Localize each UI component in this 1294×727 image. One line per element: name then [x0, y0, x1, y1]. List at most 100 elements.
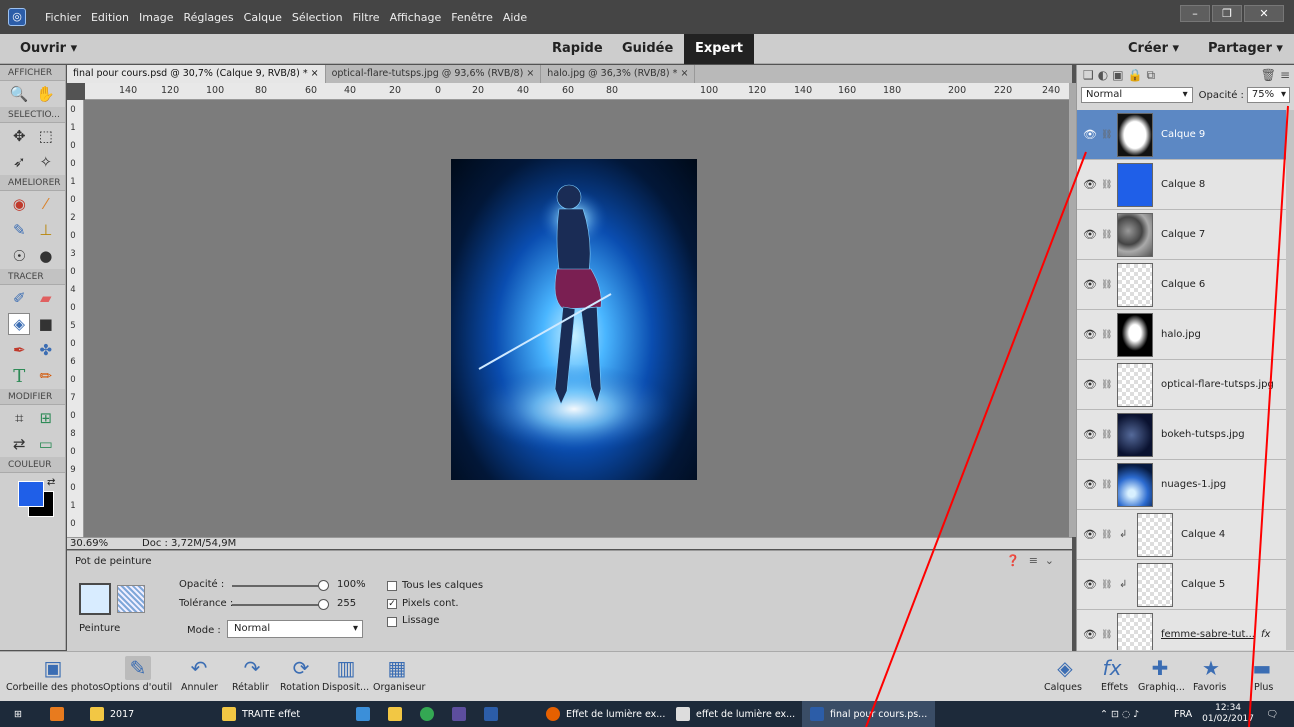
menu-fenetre[interactable]: Fenêtre	[446, 11, 498, 24]
eye-icon[interactable]: 👁	[1083, 128, 1101, 141]
rotate-label[interactable]: Rotation	[280, 682, 320, 693]
zoom-level[interactable]: 30.69%	[70, 538, 108, 549]
eye-icon[interactable]: 👁	[1083, 528, 1101, 541]
tab-final-pour-cours[interactable]: final pour cours.psd @ 30,7% (Calque 9, …	[67, 65, 326, 83]
eye-icon[interactable]: 👁	[1083, 578, 1101, 591]
layer-row[interactable]: 👁 ⛓ Calque 7	[1077, 210, 1287, 260]
eye-icon[interactable]: 👁	[1083, 178, 1101, 191]
marquee-icon[interactable]: ⬚	[35, 125, 57, 147]
redo-icon[interactable]: ↷	[239, 656, 265, 680]
swap-colors-icon[interactable]: ⇄	[47, 477, 55, 488]
layer-row[interactable]: 👁 ⛓ halo.jpg	[1077, 310, 1287, 360]
open-button[interactable]: Ouvrir ▾	[20, 41, 77, 56]
clock[interactable]: 12:34 01/02/2017	[1202, 703, 1254, 725]
menu-edition[interactable]: Edition	[86, 11, 134, 24]
collapse-icon[interactable]: ⌄	[1045, 554, 1054, 567]
menu-filtre[interactable]: Filtre	[348, 11, 385, 24]
taskbar-item-2017[interactable]: 2017	[90, 701, 134, 727]
taskbar-item-traite[interactable]: TRAITE effet	[222, 701, 300, 727]
opacity-slider[interactable]	[232, 580, 329, 591]
fill-paint-icon[interactable]	[79, 583, 111, 615]
hand-icon[interactable]: ✋	[35, 83, 57, 105]
recompose-icon[interactable]: ⊞	[35, 407, 57, 429]
graphics-icon[interactable]: ✚	[1147, 656, 1173, 680]
layer-row[interactable]: 👁 ⛓ Calque 9	[1077, 110, 1287, 160]
tab-close-icon[interactable]: ×	[526, 68, 534, 79]
trash-icon[interactable]: 🗑	[1261, 68, 1276, 82]
link-layers-icon[interactable]: ⧉	[1147, 68, 1156, 83]
layer-row[interactable]: 👁 ⛓ ↲ Calque 4	[1077, 510, 1287, 560]
rotate-icon[interactable]: ⟳	[288, 656, 314, 680]
mode-select[interactable]: Normal ▾	[227, 620, 363, 638]
undo-label[interactable]: Annuler	[181, 682, 218, 693]
photo-bin-icon[interactable]: ▣	[40, 656, 66, 680]
graphics-label[interactable]: Graphiq...	[1138, 682, 1185, 693]
content-move-icon[interactable]: ⇄	[8, 433, 30, 455]
zoom-icon[interactable]: 🔍	[8, 83, 30, 105]
chevron-down-icon[interactable]: ▾	[1281, 88, 1286, 102]
smart-brush-icon[interactable]: ✎	[8, 219, 30, 241]
chrome-icon[interactable]	[420, 701, 440, 727]
eye-icon[interactable]: 👁	[1083, 278, 1101, 291]
favorites-icon[interactable]: ★	[1198, 656, 1224, 680]
taskbar-app[interactable]	[484, 701, 504, 727]
panel-options-icon[interactable]: ≡	[1280, 68, 1290, 82]
canvas-vertical-scrollbar[interactable]	[1069, 83, 1076, 537]
share-button[interactable]: Partager ▾	[1208, 41, 1283, 56]
paint-bucket-icon[interactable]: ◈	[8, 313, 31, 335]
document-image[interactable]	[451, 159, 697, 480]
redo-label[interactable]: Rétablir	[232, 682, 269, 693]
organizer-label[interactable]: Organiseur	[373, 682, 425, 693]
create-button[interactable]: Créer ▾	[1128, 41, 1179, 56]
favorites-label[interactable]: Favoris	[1193, 682, 1226, 693]
layer-row[interactable]: 👁 ⛓ Calque 6	[1077, 260, 1287, 310]
more-label[interactable]: Plus	[1254, 682, 1273, 693]
app-icon[interactable]	[50, 701, 70, 727]
checkbox-antialias[interactable]	[387, 617, 397, 627]
start-icon[interactable]: ⊞	[14, 701, 22, 727]
layout-label[interactable]: Disposit...	[322, 682, 369, 693]
sponge-icon[interactable]: ●	[35, 245, 57, 267]
eye-icon[interactable]: 👁	[1083, 378, 1101, 391]
tolerance-slider[interactable]	[232, 599, 329, 610]
menu-calque[interactable]: Calque	[239, 11, 287, 24]
mode-guidee[interactable]: Guidée	[622, 41, 673, 56]
foreground-color-swatch[interactable]	[18, 481, 44, 507]
tab-close-icon[interactable]: ×	[311, 68, 319, 79]
layout-icon[interactable]: ▥	[333, 656, 359, 680]
straighten-icon[interactable]: ▭	[35, 433, 57, 455]
eraser-icon[interactable]: ▰	[35, 287, 57, 309]
layer-row[interactable]: 👁 ⛓ ↲ Calque 5	[1077, 560, 1287, 610]
layer-row[interactable]: 👁 ⛓ optical-flare-tutsps.jpg	[1077, 360, 1287, 410]
notifications-icon[interactable]: 🗨	[1266, 701, 1278, 727]
tool-options-icon[interactable]: ✎	[125, 656, 151, 680]
eye-icon[interactable]: 👁	[1083, 228, 1101, 241]
blur-icon[interactable]: ☉	[8, 245, 30, 267]
language-indicator[interactable]: FRA	[1174, 701, 1192, 727]
pencil-icon[interactable]: ✏	[35, 365, 57, 387]
minimize-icon[interactable]: –	[1180, 5, 1210, 22]
layer-row[interactable]: 👁 ⛓ femme-sabre-tut... fx	[1077, 610, 1287, 650]
tab-close-icon[interactable]: ×	[680, 68, 688, 79]
layers-icon[interactable]: ◈	[1052, 656, 1078, 680]
layer-row[interactable]: 👁 ⛓ bokeh-tutsps.jpg	[1077, 410, 1287, 460]
close-icon[interactable]: ✕	[1244, 5, 1284, 22]
organizer-icon[interactable]: ▦	[384, 656, 410, 680]
move-icon[interactable]: ✥	[8, 125, 30, 147]
fill-pattern-icon[interactable]	[117, 585, 145, 613]
eye-icon[interactable]: 👁	[1083, 478, 1101, 491]
taskbar-item-doc[interactable]: effet de lumière ex...	[676, 701, 795, 727]
taskbar-item-final[interactable]: final pour cours.ps...	[802, 701, 936, 727]
eye-icon[interactable]: 👁	[1083, 628, 1101, 641]
adjustment-layer-icon[interactable]: ◐	[1098, 68, 1108, 82]
taskbar-app[interactable]	[356, 701, 376, 727]
layer-opacity-field[interactable]: 75% ▾	[1246, 87, 1290, 103]
blend-mode-select[interactable]: Normal ▾	[1081, 87, 1193, 103]
lock-icon[interactable]: 🔒	[1128, 68, 1143, 82]
gradient-icon[interactable]: ■	[35, 313, 57, 335]
taskbar-app[interactable]	[452, 701, 472, 727]
undo-icon[interactable]: ↶	[186, 656, 212, 680]
brush-icon[interactable]: ✐	[8, 287, 30, 309]
tool-options-label[interactable]: Options d'outil	[103, 682, 172, 693]
more-icon[interactable]: ▬	[1249, 656, 1275, 680]
